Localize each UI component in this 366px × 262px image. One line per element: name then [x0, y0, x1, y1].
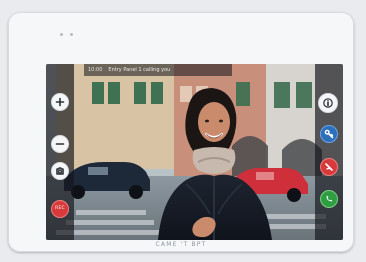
left-control-strip: REC: [46, 64, 74, 240]
minus-icon: [55, 143, 65, 145]
call-status-text: Entry Panel 1 calling you: [108, 67, 171, 73]
phone-hangup-icon: [325, 163, 333, 171]
key-icon: [324, 129, 334, 139]
reject-call-button[interactable]: [320, 158, 338, 176]
front-sensor-dots: [60, 33, 78, 37]
zoom-out-button[interactable]: [51, 135, 69, 153]
zoom-in-button[interactable]: [51, 93, 69, 111]
camera-feed: [46, 64, 343, 240]
right-control-strip: [315, 64, 343, 240]
snapshot-button[interactable]: [51, 162, 69, 180]
record-button[interactable]: REC: [51, 200, 69, 218]
camera-icon: [56, 167, 64, 175]
info-button[interactable]: [318, 93, 338, 113]
sensor-dot: [60, 33, 63, 36]
brand-label: CAME 'T BPT: [155, 241, 207, 248]
info-icon: [323, 98, 333, 108]
video-intercom-monitor: 10:00 Entry Panel 1 calling you REC CAME…: [8, 12, 354, 252]
door-key-button[interactable]: [320, 125, 338, 143]
rec-label: REC: [55, 205, 65, 211]
phone-answer-icon: [326, 195, 333, 202]
sensor-dot: [70, 33, 73, 36]
plus-icon: [55, 97, 65, 107]
call-status-bar: 10:00 Entry Panel 1 calling you: [84, 64, 232, 76]
answer-call-button[interactable]: [320, 190, 338, 208]
status-time: 10:00: [88, 67, 103, 73]
touchscreen[interactable]: 10:00 Entry Panel 1 calling you REC: [46, 64, 343, 240]
